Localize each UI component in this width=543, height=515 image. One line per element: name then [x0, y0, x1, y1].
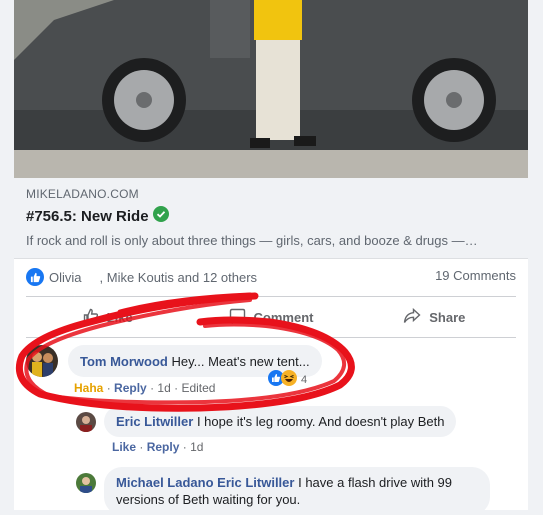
post-card: MIKELADANO.COM #756.5: New Ride If rock … — [14, 0, 528, 515]
share-arrow-icon — [403, 307, 421, 327]
comment-reaction-count[interactable]: 4 — [268, 370, 307, 389]
like-reaction-icon — [26, 268, 44, 286]
divider-bottom — [26, 337, 516, 338]
comment-icon — [229, 308, 246, 327]
link-domain: MIKELADANO.COM — [26, 187, 139, 201]
avatar[interactable] — [76, 412, 96, 432]
verified-check-icon — [152, 206, 169, 226]
comment-meta: Like · Reply · 1d — [112, 440, 204, 454]
comment-michael: Michael Ladano Eric Litwiller I have a f… — [76, 467, 490, 515]
share-label: Share — [429, 309, 466, 325]
reply-link[interactable]: Reply — [147, 440, 180, 454]
comment-author[interactable]: Eric Litwiller — [116, 414, 193, 429]
share-button[interactable]: Share — [353, 300, 516, 334]
comment-button[interactable]: Comment — [189, 300, 352, 334]
comment-label: Comment — [253, 309, 314, 325]
reaction-others[interactable]: , Mike Koutis and 12 others — [100, 270, 258, 285]
haha-emoji-icon — [281, 370, 297, 389]
comment-text-line2: versions of Beth waiting for you. — [116, 492, 301, 507]
like-link[interactable]: Like — [112, 440, 136, 454]
like-button[interactable]: Like — [26, 300, 189, 334]
action-bar: Like Comment Share — [26, 300, 516, 334]
link-preview-text[interactable]: MIKELADANO.COM #756.5: New Ride If rock … — [14, 178, 528, 259]
comment-meta: Haha · Reply · 1d · Edited — [74, 381, 216, 395]
avatar[interactable] — [76, 473, 96, 493]
comment-author[interactable]: Tom Morwood — [80, 354, 168, 369]
divider-top — [26, 296, 516, 297]
reaction-count: 4 — [301, 373, 308, 386]
comment-text: I hope it's leg roomy. And doesn't play … — [196, 414, 445, 429]
mention-link[interactable]: Eric Litwiller — [217, 475, 294, 490]
edited-label[interactable]: Edited — [181, 381, 215, 395]
link-title[interactable]: #756.5: New Ride — [26, 208, 149, 225]
link-title-row: #756.5: New Ride — [26, 206, 169, 226]
reply-link[interactable]: Reply — [114, 381, 147, 395]
reaction-summary[interactable]: Olivia , Mike Koutis and 12 others — [26, 268, 257, 286]
avatar[interactable] — [26, 345, 58, 377]
thumbs-up-icon — [83, 308, 99, 327]
comment-bubble[interactable]: Eric Litwiller I hope it's leg roomy. An… — [104, 406, 457, 437]
comment-time[interactable]: 1d — [157, 381, 170, 395]
comment-eric: Eric Litwiller I hope it's leg roomy. An… — [76, 406, 457, 437]
reaction-first-name[interactable]: Olivia — [49, 270, 82, 285]
like-label: Like — [106, 309, 133, 325]
comment-text: Hey... Meat's new tent... — [171, 354, 310, 369]
link-preview-image[interactable] — [14, 0, 528, 178]
comment-text-line1: I have a flash drive with 99 — [298, 475, 453, 490]
haha-reaction-label[interactable]: Haha — [74, 381, 103, 395]
car-photo — [14, 0, 528, 178]
comment-bubble[interactable]: Michael Ladano Eric Litwiller I have a f… — [104, 467, 490, 515]
comment-author[interactable]: Michael Ladano — [116, 475, 214, 490]
comment-time[interactable]: 1d — [190, 440, 203, 454]
link-description: If rock and roll is only about three thi… — [26, 233, 478, 248]
comments-count-link[interactable]: 19 Comments — [435, 268, 516, 283]
